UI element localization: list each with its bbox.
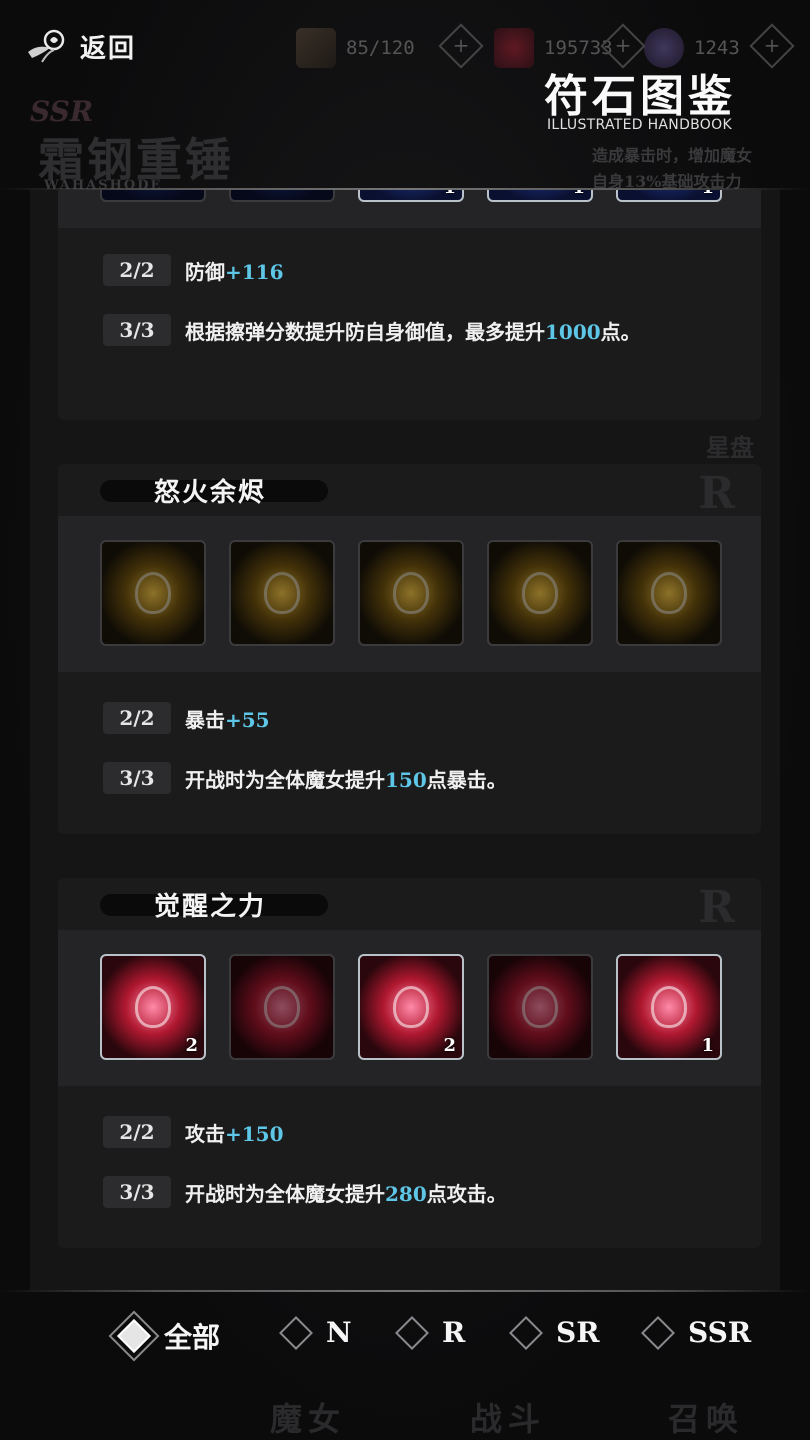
- filter-label: SR: [556, 1316, 600, 1349]
- rune-set-header: 觉醒之力 R: [58, 878, 761, 933]
- effect-tier: 2/2: [103, 702, 171, 734]
- ghost-star-label: 星盘: [706, 433, 754, 462]
- rune-set-card: 1 1 1 2/2 防御+116 3/3 根据擦弹分数提升防自身御值，最多提升100…: [58, 190, 761, 420]
- rune-set-rarity: R: [698, 882, 735, 933]
- set-effect-2: 2/2 攻击+150: [103, 1116, 284, 1148]
- effect-tier: 3/3: [103, 314, 171, 346]
- rune-slot[interactable]: [487, 954, 593, 1060]
- rune-set-header: 怒火余烬 R: [58, 464, 761, 519]
- filter-label: 全部: [164, 1321, 221, 1354]
- rune-count: 1: [701, 1035, 714, 1056]
- rune-slots: 1 1 1: [58, 190, 761, 228]
- effect-text: 根据擦弹分数提升防自身御值，最多提升1000点。: [185, 319, 641, 344]
- ghost-nav-summon: 召唤: [668, 1400, 745, 1438]
- effect-text: 开战时为全体魔女提升150点暴击。: [185, 767, 507, 792]
- diamond-radio-icon: [395, 1315, 429, 1350]
- back-button[interactable]: 返回: [24, 22, 136, 70]
- filter-label: N: [326, 1316, 352, 1349]
- rune-emblem-icon: [651, 572, 687, 614]
- effect-text: 防御+116: [185, 259, 284, 284]
- rune-emblem-icon: [393, 572, 429, 614]
- crystal-icon: [494, 28, 534, 68]
- ghost-nav-battle: 战斗: [470, 1400, 547, 1438]
- rune-emblem-icon: [393, 986, 429, 1028]
- rune-count: 2: [443, 1035, 456, 1056]
- resource-cards-value: 85/120: [346, 37, 415, 59]
- effect-tier: 3/3: [103, 762, 171, 794]
- set-effect-3: 3/3 开战时为全体魔女提升280点攻击。: [103, 1176, 507, 1208]
- ghost-desc-line1: 造成暴击时，增加魔女: [592, 146, 753, 165]
- rune-slot[interactable]: [229, 190, 335, 202]
- rarity-filter-bar: 魔女 战斗 召唤 全部 N R SR SSR: [0, 1296, 810, 1440]
- set-effect-2: 2/2 防御+116: [103, 254, 284, 286]
- rune-set-card: 怒火余烬 R 2/2 暴击+55 3/3 开战时为全体魔女提升150点暴击。: [58, 464, 761, 834]
- set-effect-2: 2/2 暴击+55: [103, 702, 270, 734]
- rune-slots: [58, 516, 761, 672]
- rune-slots: 2 2 1: [58, 930, 761, 1086]
- rune-set-rarity: R: [698, 468, 735, 519]
- back-label: 返回: [80, 33, 137, 64]
- page-title: 符石图鉴: [544, 71, 736, 122]
- rune-slot[interactable]: 1: [358, 190, 464, 202]
- filter-label: SSR: [688, 1316, 752, 1349]
- rune-emblem-icon: [135, 986, 171, 1028]
- diamond-radio-icon: [279, 1315, 313, 1350]
- rune-slot[interactable]: [487, 540, 593, 646]
- effect-text: 开战时为全体魔女提升280点攻击。: [185, 1181, 507, 1206]
- rune-slot[interactable]: [100, 540, 206, 646]
- rune-count: 1: [443, 190, 456, 198]
- rune-set-name: 觉醒之力: [154, 892, 267, 922]
- rune-slot[interactable]: [358, 540, 464, 646]
- resource-orb-value: 1243: [694, 37, 740, 59]
- rune-set-name: 怒火余烬: [154, 478, 267, 508]
- rune-emblem-icon: [651, 986, 687, 1028]
- filter-all[interactable]: 全部: [117, 1316, 221, 1356]
- filter-sr[interactable]: SR: [509, 1315, 600, 1350]
- rune-emblem-icon: [264, 572, 300, 614]
- resource-cards: 85/120: [296, 28, 415, 68]
- filter-r[interactable]: R: [395, 1315, 466, 1350]
- diamond-radio-icon: [641, 1315, 675, 1350]
- rune-slot[interactable]: [616, 540, 722, 646]
- filter-n[interactable]: N: [279, 1315, 352, 1350]
- rune-count: 1: [701, 190, 714, 198]
- rune-emblem-icon: [522, 572, 558, 614]
- set-effect-3: 3/3 根据擦弹分数提升防自身御值，最多提升1000点。: [103, 314, 641, 346]
- effect-tier: 2/2: [103, 1116, 171, 1148]
- rune-slot[interactable]: 1: [616, 190, 722, 202]
- rune-set-card: 觉醒之力 R 2 2 1 2/2 攻击+150 3/3 开战时为全体魔女提升280点…: [58, 878, 761, 1248]
- effect-text: 攻击+150: [185, 1121, 284, 1146]
- card-icon: [296, 28, 336, 68]
- rune-slot[interactable]: [229, 954, 335, 1060]
- rune-slot[interactable]: [229, 540, 335, 646]
- rune-count: 1: [572, 190, 585, 198]
- rose-back-icon: [28, 29, 65, 63]
- rune-count: 2: [185, 1035, 198, 1056]
- ghost-nav-witch: 魔女: [270, 1400, 347, 1438]
- filter-ssr[interactable]: SSR: [641, 1315, 752, 1350]
- rune-emblem-icon: [522, 986, 558, 1028]
- diamond-radio-icon: [509, 1315, 543, 1350]
- rune-slot[interactable]: 1: [616, 954, 722, 1060]
- rune-set-list[interactable]: 1 1 1 2/2 防御+116 3/3 根据擦弹分数提升防自身御值，最多提升100…: [30, 190, 780, 1290]
- effect-tier: 3/3: [103, 1176, 171, 1208]
- page-subtitle: ILLUSTRATED HANDBOOK: [547, 117, 732, 133]
- rune-slot[interactable]: [100, 190, 206, 202]
- filter-label: R: [442, 1316, 466, 1349]
- effect-tier: 2/2: [103, 254, 171, 286]
- effect-text: 暴击+55: [185, 707, 270, 732]
- rune-slot[interactable]: 1: [487, 190, 593, 202]
- frame-bottom-divider: [0, 1290, 810, 1292]
- rune-slot[interactable]: 2: [100, 954, 206, 1060]
- set-effect-3: 3/3 开战时为全体魔女提升150点暴击。: [103, 762, 507, 794]
- rune-emblem-icon: [264, 986, 300, 1028]
- diamond-radio-icon: [117, 1319, 151, 1353]
- rune-emblem-icon: [135, 572, 171, 614]
- rune-slot[interactable]: 2: [358, 954, 464, 1060]
